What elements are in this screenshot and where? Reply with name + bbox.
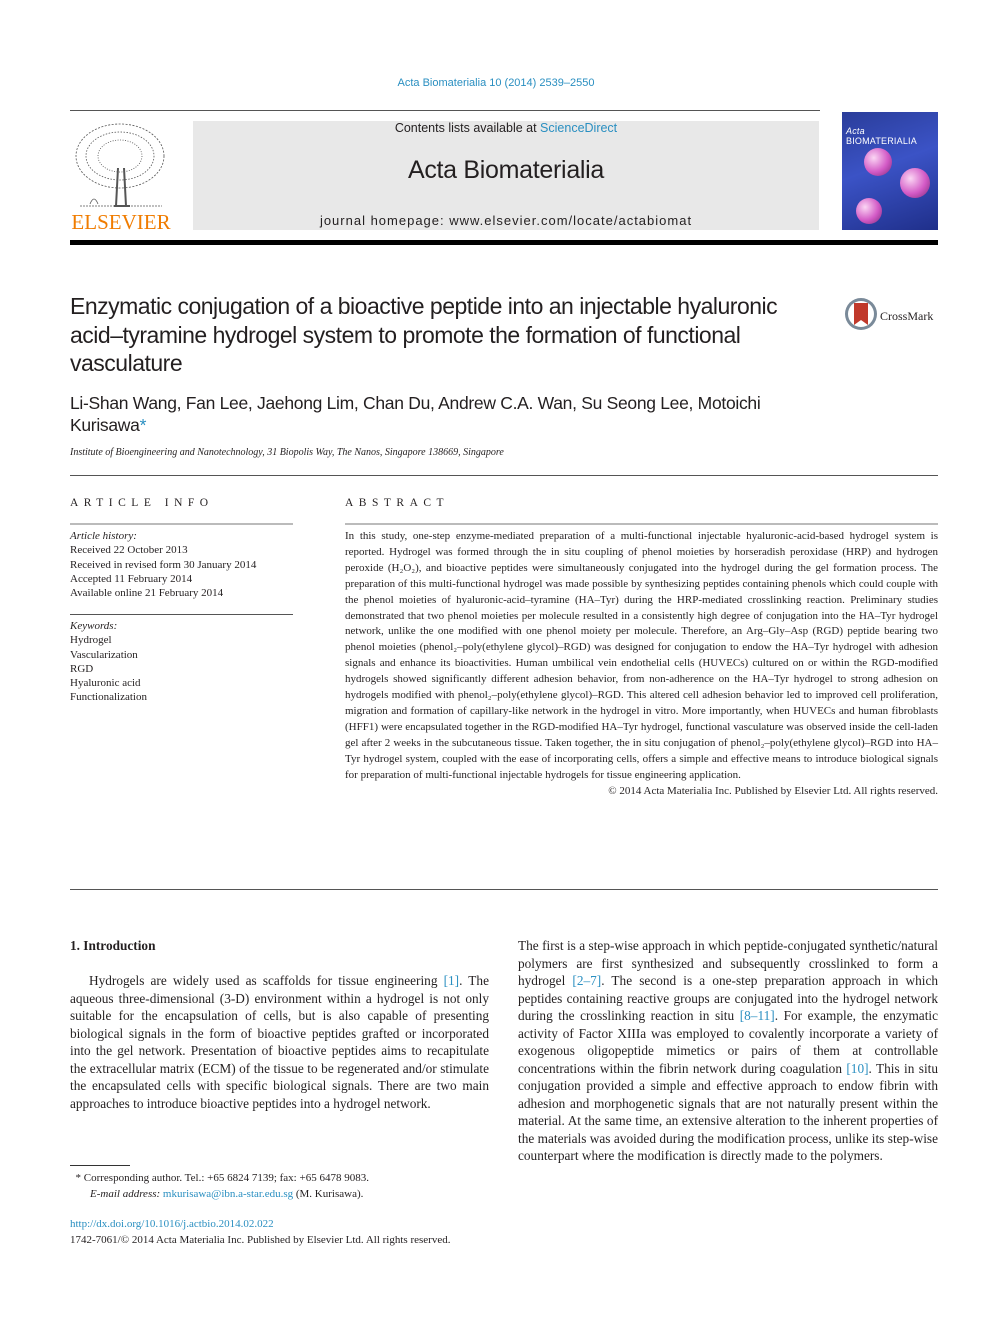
intro-paragraph: Hydrogels are widely used as scaffolds f…: [70, 972, 489, 1112]
body-column-right: The first is a step-wise approach in whi…: [518, 937, 938, 1165]
citation-link[interactable]: [8–11]: [740, 1008, 775, 1023]
keyword-item: RGD: [70, 662, 94, 675]
cover-sphere: [864, 148, 892, 176]
keywords-block: Keywords: Hydrogel Vascularization RGD H…: [70, 619, 295, 705]
abstract-text: In this study, one-step enzyme-mediated …: [345, 530, 938, 781]
history-label: Article history:: [70, 530, 137, 542]
journal-name: Acta Biomaterialia: [407, 156, 605, 184]
paragraph-text: . The aqueous three-dimensional (3-D) en…: [70, 973, 489, 1111]
footnote-text: Corresponding author. Tel.: +65 6824 713…: [81, 1172, 369, 1184]
history-item: Accepted 11 February 2014: [70, 572, 193, 585]
journal-homepage[interactable]: journal homepage: www.elsevier.com/locat…: [193, 213, 819, 228]
history-item: Received in revised form 30 January 2014: [70, 558, 257, 571]
journal-cover-image[interactable]: Acta BIOMATERIALIA: [842, 112, 938, 230]
history-item: Available online 21 February 2014: [70, 587, 224, 600]
cover-title-text: BIOMATERIALIA: [846, 136, 917, 146]
article-title: Enzymatic conjugation of a bioactive pep…: [70, 293, 778, 376]
citation-link[interactable]: [10]: [846, 1061, 868, 1076]
page-footer: http://dx.doi.org/10.1016/j.actbio.2014.…: [70, 1216, 450, 1248]
email-label: E-mail address:: [90, 1188, 163, 1200]
author-list: Li-Shan Wang, Fan Lee, Jaehong Lim, Chan…: [70, 392, 830, 436]
citation-link[interactable]: [1]: [444, 973, 460, 988]
header-rule: [70, 110, 820, 111]
footnote-rule: [70, 1165, 130, 1166]
footnote: * Corresponding author. Tel.: +65 6824 7…: [70, 1170, 510, 1202]
citation-link[interactable]: [2–7]: [572, 973, 601, 988]
doi-link[interactable]: http://dx.doi.org/10.1016/j.actbio.2014.…: [70, 1218, 274, 1230]
email-link[interactable]: mkurisawa@ibn.a-star.edu.sg: [163, 1188, 293, 1200]
crossmark-icon[interactable]: [844, 297, 878, 331]
intro-paragraph: The first is a step-wise approach in whi…: [518, 937, 938, 1165]
journal-reference-link[interactable]: Acta Biomaterialia 10 (2014) 2539–2550: [0, 77, 992, 89]
crossmark-label[interactable]: CrossMark: [880, 309, 933, 324]
authors-text: Li-Shan Wang, Fan Lee, Jaehong Lim, Chan…: [70, 393, 761, 435]
abstract-rule: [345, 523, 938, 525]
sciencedirect-link[interactable]: ScienceDirect: [540, 121, 617, 135]
abstract-body: In this study, one-step enzyme-mediated …: [345, 529, 938, 799]
abstract-heading: ABSTRACT: [345, 497, 450, 509]
keyword-item: Vascularization: [70, 648, 138, 661]
elsevier-wordmark: ELSEVIER: [71, 210, 171, 234]
keyword-item: Functionalization: [70, 691, 147, 704]
cover-sphere: [856, 198, 882, 224]
corresponding-author-mark[interactable]: *: [140, 415, 147, 435]
footnote-author: * Corresponding author. Tel.: +65 6824 7…: [70, 1170, 510, 1186]
abstract-copyright: © 2014 Acta Materialia Inc. Published by…: [608, 784, 938, 797]
article-history: Article history: Received 22 October 201…: [70, 529, 295, 600]
keyword-item: Hydrogel: [70, 634, 112, 647]
abstract-bottom-rule: [70, 889, 938, 890]
history-item: Received 22 October 2013: [70, 544, 188, 557]
cover-title-italic: Acta: [846, 126, 865, 136]
keyword-item: Hyaluronic acid: [70, 677, 141, 690]
paragraph-text: Hydrogels are widely used as scaffolds f…: [89, 973, 444, 988]
header-thick-rule: [70, 240, 938, 245]
affiliation: Institute of Bioengineering and Nanotech…: [70, 447, 504, 458]
issn-line: 1742-7061/© 2014 Acta Materialia Inc. Pu…: [70, 1234, 451, 1246]
keywords-label: Keywords:: [70, 620, 118, 632]
keywords-rule: [70, 614, 293, 615]
email-suffix: (M. Kurisawa).: [293, 1188, 364, 1200]
article-info-rule: [70, 523, 293, 525]
contents-prefix: Contents lists available at: [394, 121, 541, 135]
introduction-heading: 1. Introduction: [70, 938, 156, 953]
section-rule: [70, 475, 938, 476]
article-info-heading: ARTICLE INFO: [70, 497, 214, 509]
body-column-left: Hydrogels are widely used as scaffolds f…: [70, 972, 489, 1112]
cover-title: Acta BIOMATERIALIA: [846, 126, 938, 146]
cover-sphere: [900, 168, 930, 198]
contents-line: Contents lists available at ScienceDirec…: [193, 121, 819, 135]
footnote-email: E-mail address: mkurisawa@ibn.a-star.edu…: [70, 1186, 510, 1202]
